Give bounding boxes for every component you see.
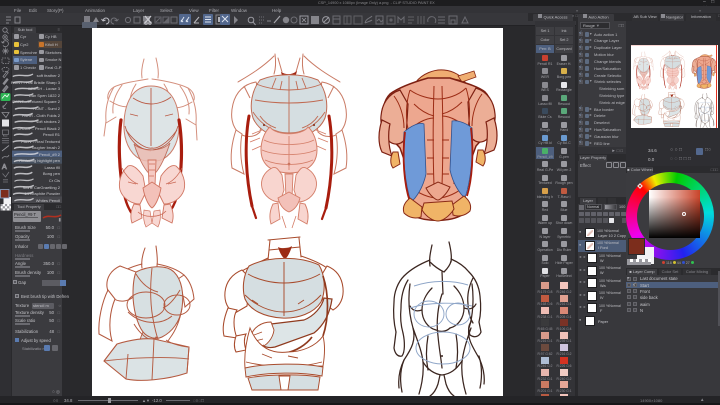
svg-text:A: A [2,164,7,171]
